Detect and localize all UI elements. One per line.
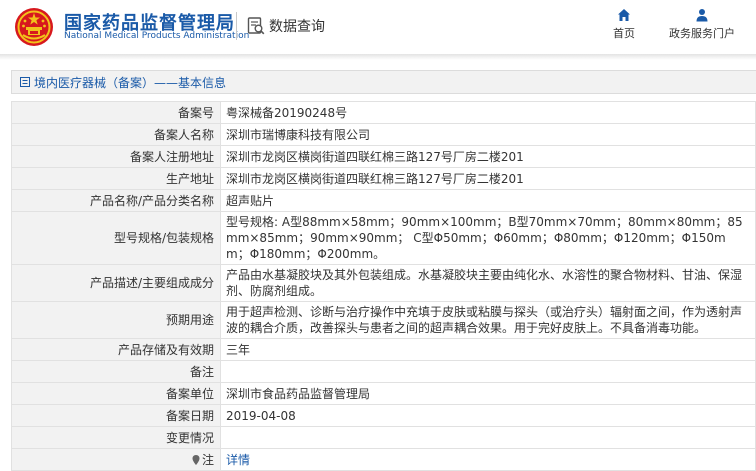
row-key: 产品描述/主要组成成分: [11, 264, 221, 302]
breadcrumb: 境内医疗器械（备案）——基本信息: [11, 70, 756, 94]
table-row: 备注: [11, 360, 756, 383]
row-key-label: 产品名称/产品分类名称: [89, 193, 214, 208]
brand-divider: [236, 12, 237, 40]
row-key: 预期用途: [11, 301, 221, 339]
details-link[interactable]: 详情: [226, 453, 250, 467]
table-row: 备案人名称 深圳市瑞博康科技有限公司: [11, 123, 756, 146]
table-row: 产品名称/产品分类名称 超声贴片: [11, 189, 756, 212]
table-row: 注详情: [11, 448, 756, 471]
row-value: 型号规格: A型88mm×58mm；90mm×100mm；B型70mm×70mm…: [220, 211, 756, 265]
row-value-text: 粤深械备20190248号: [226, 105, 348, 120]
row-value: 粤深械备20190248号: [220, 101, 756, 124]
data-query-link[interactable]: 数据查询: [246, 12, 325, 40]
breadcrumb-text[interactable]: 境内医疗器械（备案）——基本信息: [34, 74, 226, 91]
row-value-text: 2019-04-08: [226, 408, 296, 423]
row-key: 变更情况: [11, 426, 221, 449]
row-value-text: 型号规格: A型88mm×58mm；90mm×100mm；B型70mm×70mm…: [226, 215, 743, 261]
row-value: 深圳市龙岗区横岗街道四联红棉三路127号厂房二楼201: [220, 167, 756, 190]
table-row: 生产地址 深圳市龙岗区横岗街道四联红棉三路127号厂房二楼201: [11, 167, 756, 190]
row-value: [220, 360, 756, 383]
table-row: 备案单位 深圳市食品药品监督管理局: [11, 382, 756, 405]
row-key: 备案人名称: [11, 123, 221, 146]
row-value: [220, 426, 756, 449]
nav-gov-portal[interactable]: 政务服务门户: [662, 8, 742, 41]
row-key-label: 备案单位: [165, 386, 214, 401]
row-key-label: 预期用途: [165, 313, 214, 327]
breadcrumb-icon: [20, 77, 30, 87]
row-value: 2019-04-08: [220, 404, 756, 427]
header-shadow: [0, 54, 756, 60]
row-value-text: 超声贴片: [226, 193, 275, 208]
nav-home[interactable]: 首页: [604, 8, 644, 41]
row-key: 型号规格/包装规格: [11, 211, 221, 265]
row-value: 超声贴片: [220, 189, 756, 212]
row-key-label: 变更情况: [165, 430, 214, 445]
table-row: 型号规格/包装规格 型号规格: A型88mm×58mm；90mm×100mm；B型…: [11, 211, 756, 265]
table-row: 预期用途 用于超声检测、诊断与治疗操作中充填于皮肤或粘膜与探头（或治疗头）辐射面之…: [11, 301, 756, 339]
row-value: 深圳市瑞博康科技有限公司: [220, 123, 756, 146]
user-icon: [696, 9, 708, 22]
row-value: 深圳市龙岗区横岗街道四联红棉三路127号厂房二楼201: [220, 145, 756, 168]
row-value: 深圳市食品药品监督管理局: [220, 382, 756, 405]
row-value-text: 三年: [226, 342, 251, 357]
row-value-text: 深圳市龙岗区横岗街道四联红棉三路127号厂房二楼201: [226, 149, 524, 164]
row-key-label: 备案号: [177, 105, 214, 120]
row-value-text: 产品由水基凝胶块及其外包装组成。水基凝胶块主要由纯化水、水溶性的聚合物材料、甘油…: [226, 268, 743, 298]
table-row: 变更情况: [11, 426, 756, 449]
row-key-label: 注: [201, 452, 214, 467]
row-key: 备案人注册地址: [11, 145, 221, 168]
row-key-label: 备案人注册地址: [129, 149, 214, 164]
row-value: 详情: [220, 448, 756, 471]
row-key: 备案号: [11, 101, 221, 124]
row-value-text: 深圳市龙岗区横岗街道四联红棉三路127号厂房二楼201: [226, 171, 524, 186]
row-key: 注: [11, 448, 221, 471]
row-key-label: 生产地址: [165, 171, 214, 186]
row-value-text: 深圳市瑞博康科技有限公司: [226, 127, 371, 142]
table-row: 备案号 粤深械备20190248号: [11, 101, 756, 124]
site-header: 国家药品监督管理局 National Medical Products Admi…: [0, 0, 756, 54]
row-key: 产品存储及有效期: [11, 338, 221, 361]
row-key: 备注: [11, 360, 221, 383]
data-query-icon: [247, 17, 265, 35]
detail-table-wrapper: 备案号 粤深械备20190248号 备案人名称 深圳市瑞博康科技有限公司 备案人注册地址…: [11, 101, 756, 471]
row-key-label: 备案日期: [165, 408, 214, 423]
home-icon: [618, 9, 630, 21]
national-emblem-icon[interactable]: [14, 7, 54, 47]
table-row: 产品描述/主要组成成分 产品由水基凝胶块及其外包装组成。水基凝胶块主要由纯化水、水…: [11, 264, 756, 302]
nav-home-label: 首页: [613, 27, 635, 40]
row-key-label: 型号规格/包装规格: [113, 231, 214, 245]
brand-name-en[interactable]: National Medical Products Administration: [64, 31, 249, 41]
table-row: 产品存储及有效期 三年: [11, 338, 756, 361]
table-row: 备案日期 2019-04-08: [11, 404, 756, 427]
detail-table: 备案号 粤深械备20190248号 备案人名称 深圳市瑞博康科技有限公司 备案人注册地址…: [11, 101, 756, 471]
row-key: 备案单位: [11, 382, 221, 405]
row-value: 用于超声检测、诊断与治疗操作中充填于皮肤或粘膜与探头（或治疗头）辐射面之间，作为…: [220, 301, 756, 339]
row-key: 备案日期: [11, 404, 221, 427]
row-value: 产品由水基凝胶块及其外包装组成。水基凝胶块主要由纯化水、水溶性的聚合物材料、甘油…: [220, 264, 756, 302]
row-key-label: 备注: [189, 364, 214, 379]
nav-gov-portal-label: 政务服务门户: [669, 27, 735, 40]
table-row: 备案人注册地址 深圳市龙岗区横岗街道四联红棉三路127号厂房二楼201: [11, 145, 756, 168]
row-value-text: 用于超声检测、诊断与治疗操作中充填于皮肤或粘膜与探头（或治疗头）辐射面之间，作为…: [226, 305, 743, 335]
data-query-label: 数据查询: [269, 19, 325, 35]
row-key-label: 产品描述/主要组成成分: [89, 276, 214, 290]
row-key-label: 产品存储及有效期: [117, 342, 214, 357]
row-key-label: 备案人名称: [153, 127, 214, 142]
row-value-text: 深圳市食品药品监督管理局: [226, 386, 371, 401]
row-key: 生产地址: [11, 167, 221, 190]
row-value: 三年: [220, 338, 756, 361]
row-key: 产品名称/产品分类名称: [11, 189, 221, 212]
location-pin-icon: [192, 454, 200, 465]
